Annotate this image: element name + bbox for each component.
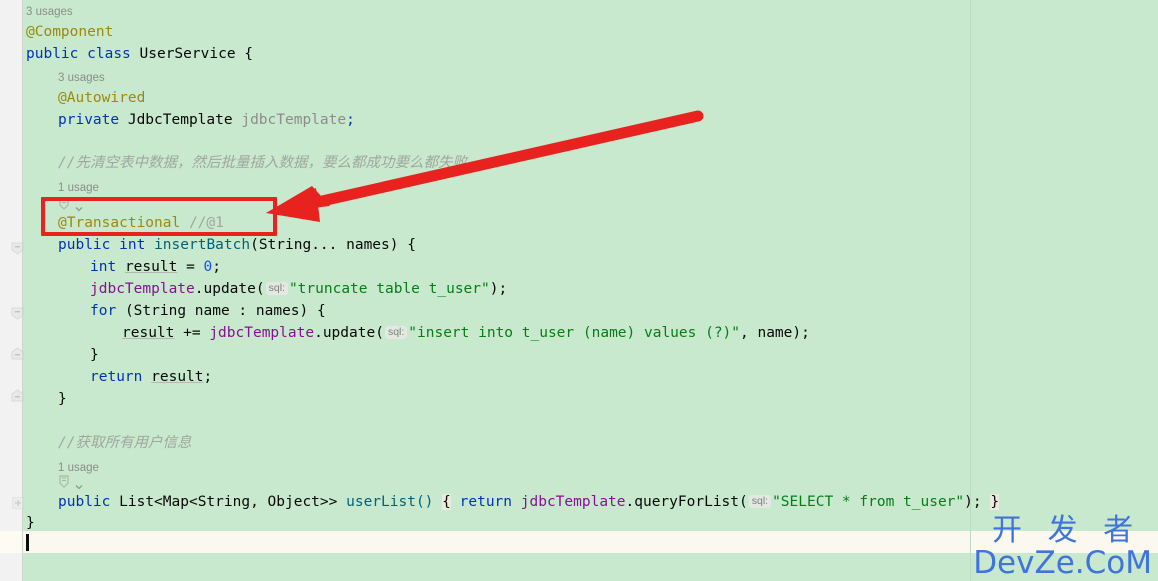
inlay-hint-sql-insert[interactable]: sql: — [384, 326, 408, 339]
keyword-public-class: public — [26, 46, 79, 62]
fold-plus-icon[interactable] — [12, 494, 24, 509]
usages-hint-field[interactable]: 3 usages — [58, 72, 105, 84]
call-update-truncate: .update( — [194, 281, 265, 297]
code-line-return-result: return result; — [90, 366, 212, 388]
string-truncate-sql: "truncate table t_user" — [288, 281, 490, 297]
return-value-result: result — [151, 369, 204, 385]
code-line-method-insertbatch: public int insertBatch(String... names) … — [58, 234, 416, 256]
keyword-return-userlist: return — [459, 494, 513, 510]
call-tail-truncate: ); — [489, 281, 508, 297]
text-caret — [26, 534, 29, 551]
keyword-return: return — [90, 369, 143, 385]
close-brace-method: } — [58, 391, 67, 407]
method-name-userlist: userList() — [346, 494, 434, 510]
ref-jdbctemplate-truncate: jdbcTemplate — [90, 281, 195, 297]
fold-expand-icon-2[interactable] — [11, 389, 24, 402]
code-line-method-userlist: public List<Map<String, Object>> userLis… — [58, 491, 1000, 513]
code-line-truncate: jdbcTemplate.update(sql: "truncate table … — [90, 278, 507, 300]
code-line-usages-field: 3 usages — [58, 66, 105, 88]
watermark-chinese: 开 发 者 — [992, 513, 1142, 548]
comment-get-all-users: //获取所有用户信息 — [58, 435, 192, 451]
usages-hint-userlist[interactable]: 1 usage — [58, 462, 99, 474]
spring-bean-icon-userlist[interactable] — [57, 474, 72, 489]
inlay-hint-sql-truncate[interactable]: sql: — [265, 282, 288, 295]
code-line-close-class: } — [26, 512, 35, 534]
assign-operator: = — [186, 259, 204, 275]
keyword-public-insertbatch: public — [58, 237, 111, 253]
userlist-open-brace: { — [442, 494, 451, 510]
usages-hint-class[interactable]: 3 usages — [26, 6, 73, 18]
code-editor[interactable]: 3 usages @Component public class UserSer… — [0, 0, 1158, 581]
code-line-annotation-autowired: @Autowired — [58, 87, 145, 109]
code-line-insert: result += jdbcTemplate.update(sql: "inser… — [122, 322, 810, 344]
comment-batch-insert: //先清空表中数据，然后批量插入数据，要么都成功要么都失败 — [58, 155, 467, 171]
inlay-hint-sql-userlist[interactable]: sql: — [748, 495, 772, 508]
field-name-jdbctemplate: jdbcTemplate — [241, 112, 347, 128]
watermark: 开 发 者 DevZe.CoM — [973, 516, 1152, 579]
code-line-class-decl: public class UserService { — [26, 43, 253, 65]
fold-expand-icon-1[interactable] — [11, 347, 24, 360]
code-line-comment-batch: //先清空表中数据，然后批量插入数据，要么都成功要么都失败 — [58, 152, 467, 174]
annotation-autowired: @Autowired — [58, 90, 146, 106]
chevron-down-icon-userlist[interactable] — [74, 477, 84, 490]
field-semicolon: ; — [346, 112, 355, 128]
string-insert-sql: "insert into t_user (name) values (?)" — [408, 325, 741, 341]
code-line-int-result: int result = 0; — [90, 256, 221, 278]
usages-hint-insertbatch[interactable]: 1 usage — [58, 182, 99, 194]
local-var-result-insert: result — [122, 325, 175, 341]
keyword-private: private — [58, 112, 120, 128]
call-tail-userlist: ); — [964, 494, 982, 510]
method-params-insertbatch: (String... names) { — [250, 237, 416, 253]
code-line-field-decl: private JdbcTemplate jdbcTemplate; — [58, 109, 355, 131]
for-header: (String name : names) { — [124, 303, 326, 319]
keyword-class: class — [87, 46, 131, 62]
keyword-int-return: int — [119, 237, 146, 253]
code-line-close-for: } — [90, 344, 99, 366]
fold-collapse-icon-1[interactable] — [11, 242, 24, 255]
keyword-int: int — [90, 259, 117, 275]
class-open-brace: { — [244, 46, 254, 62]
call-tail-insert: , name); — [740, 325, 810, 341]
close-brace-for: } — [90, 347, 99, 363]
close-brace-class: } — [26, 515, 35, 531]
method-name-insertbatch: insertBatch — [154, 237, 251, 253]
annotation-component: @Component — [26, 24, 114, 40]
keyword-public-userlist: public — [58, 494, 111, 510]
code-line-for-loop: for (String name : names) { — [90, 300, 326, 322]
type-jdbctemplate: JdbcTemplate — [127, 112, 233, 128]
ref-jdbctemplate-insert: jdbcTemplate — [209, 325, 315, 341]
watermark-latin: DevZe.CoM — [973, 545, 1152, 581]
class-name-userservice: UserService — [139, 46, 236, 62]
string-select-sql: "SELECT * from t_user" — [772, 494, 965, 510]
red-highlight-box — [41, 197, 277, 236]
code-line-usages-insertbatch: 1 usage — [58, 176, 99, 198]
call-update-insert: .update( — [314, 325, 384, 341]
semicolon-result: ; — [212, 259, 221, 275]
plus-assign-operator: += — [183, 325, 210, 341]
code-line-annotation-component: @Component — [26, 21, 113, 43]
code-line-usages-class: 3 usages — [26, 0, 73, 22]
code-line-close-method: } — [58, 388, 67, 410]
ref-jdbctemplate-userlist: jdbcTemplate — [520, 494, 626, 510]
fold-collapse-icon-2[interactable] — [11, 307, 24, 320]
call-queryforlist: .queryForList( — [625, 494, 748, 510]
userlist-close-brace: } — [990, 494, 1000, 510]
code-text-area[interactable]: 3 usages @Component public class UserSer… — [0, 0, 1158, 581]
code-line-comment-userlist: //获取所有用户信息 — [58, 432, 191, 454]
semicolon-return: ; — [203, 369, 213, 385]
type-list-map: List<Map<String, Object>> — [119, 494, 338, 510]
local-var-result: result — [124, 259, 178, 275]
literal-zero: 0 — [203, 259, 213, 275]
keyword-for: for — [90, 303, 117, 319]
